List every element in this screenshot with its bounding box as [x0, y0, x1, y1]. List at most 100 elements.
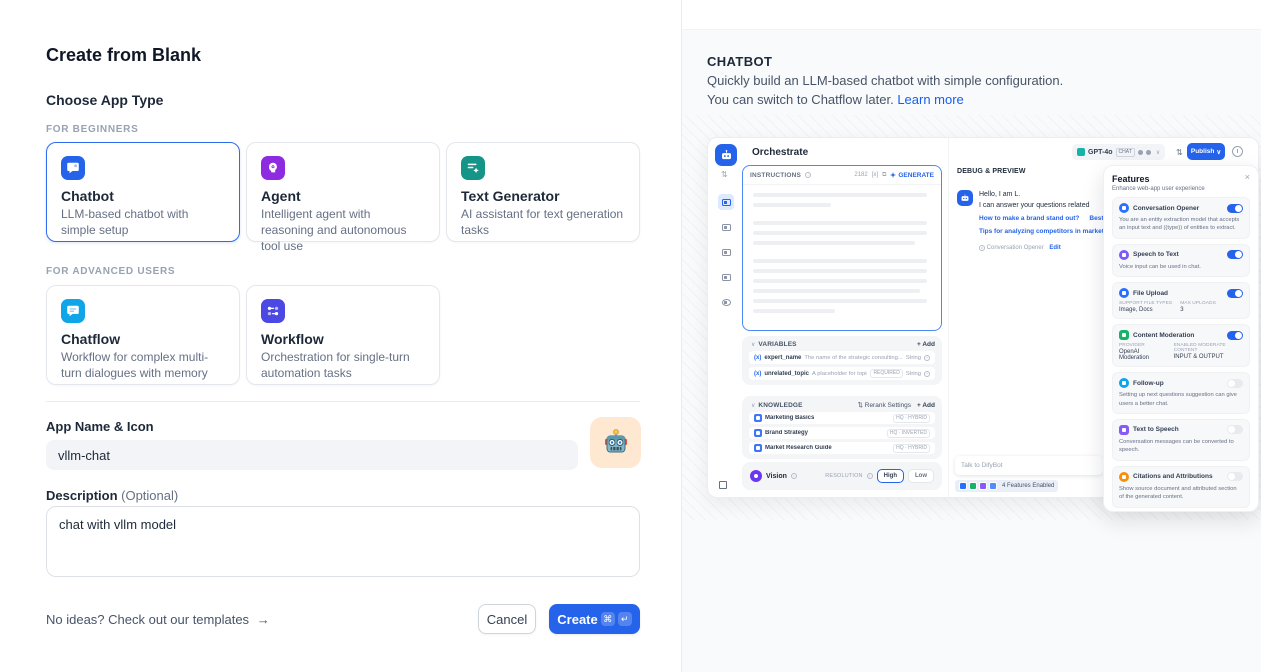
variable-desc: The name of the strategic consulting... [804, 355, 902, 361]
mini-add-knowledge: + Add [917, 402, 935, 409]
feature-item-speech-to-text: Speech to Text Voice input can be used i… [1112, 244, 1250, 277]
app-type-card-workflow[interactable]: Workflow Orchestration for single-turn a… [246, 285, 440, 385]
variable-name: unrelated_topic [764, 371, 809, 377]
edit-link: Edit [1049, 245, 1060, 251]
description-label-text: Description [46, 488, 118, 503]
beginner-app-type-cards: Chatbot LLM-based chatbot with simple se… [46, 142, 640, 242]
mini-debug-column: DEBUG & PREVIEW Hello, I am L. I can ans… [948, 138, 1110, 497]
meta-label: MAX UPLOADS [1180, 301, 1216, 306]
create-app-dialog: Create from Blank Choose App Type FOR BE… [0, 0, 1261, 672]
mini-features-panel: Features × Enhance web-app user experien… [1103, 165, 1259, 512]
chat-input-placeholder: Talk to DifyBot [961, 462, 1003, 469]
card-description: Intelligent agent with reasoning and aut… [261, 207, 425, 254]
feature-mini-icon [969, 482, 977, 490]
app-type-card-text-generator[interactable]: Text Generator AI assistant for text gen… [446, 142, 640, 242]
app-type-card-chatflow[interactable]: Chatflow Workflow for complex multi-turn… [46, 285, 240, 385]
app-type-card-agent[interactable]: Agent Intelligent agent with reasoning a… [246, 142, 440, 242]
feature-name: Content Moderation [1133, 332, 1223, 339]
card-description: AI assistant for text generation tasks [461, 207, 625, 239]
mini-publish-button: Publish ∨ [1187, 143, 1225, 160]
app-icon-picker[interactable] [590, 417, 641, 468]
app-type-card-chatbot[interactable]: Chatbot LLM-based chatbot with simple se… [46, 142, 240, 242]
mini-variables-panel: ∨ VARIABLES + Add (x) expert_name The na… [742, 336, 942, 385]
message-line: Hello, I am L. [979, 190, 1109, 201]
mini-instructions-skeleton [743, 185, 941, 327]
mini-nav-logs-icon [718, 244, 734, 260]
card-title: Workflow [261, 331, 425, 347]
mini-collapse-icon [719, 481, 727, 489]
learn-more-link[interactable]: Learn more [897, 92, 963, 107]
optional-hint: (Optional) [121, 488, 178, 503]
mini-model-mode-badge: CHAT [1116, 148, 1135, 157]
meta-value: 3 [1180, 307, 1216, 313]
mini-variables-title: VARIABLES [758, 341, 796, 348]
mini-orchestrate-title: Orchestrate [752, 147, 808, 158]
meta-label: SUPPORT FILE TYPES [1119, 301, 1172, 306]
create-button[interactable]: Create ⌘ ↵ [549, 604, 640, 634]
for-advanced-users-label: FOR ADVANCED USERS [46, 266, 175, 277]
mini-vision-row: Vision i RESOLUTION i High Low [742, 462, 942, 490]
feature-desc: Setting up next questions suggestion can… [1119, 391, 1243, 408]
conversation-opener-row: o Conversation Opener Edit [979, 245, 1061, 251]
mini-nav-orchestrate-icon [718, 194, 734, 210]
feature-desc: Voice input can be used in chat. [1119, 263, 1243, 271]
toggle-on [1227, 331, 1243, 340]
mini-mic-icon [1138, 150, 1143, 155]
file-upload-icon [1119, 288, 1129, 298]
description-label: Description (Optional) [46, 488, 178, 503]
workflow-icon [261, 299, 285, 323]
app-type-preview-panel: CHATBOT Quickly build an LLM-based chatb… [681, 0, 1261, 672]
mini-knowledge-row: Marketing Basics HQ · HYBRID [749, 412, 935, 424]
mini-knowledge-row: Market Research Guide HQ · HYBRID [749, 442, 935, 454]
card-title: Chatbot [61, 188, 225, 204]
advanced-app-type-cards: Chatflow Workflow for complex multi-turn… [46, 285, 440, 385]
mini-bot-avatar-icon [957, 190, 973, 206]
speech-to-text-icon [1119, 250, 1129, 260]
dataset-mode-badge: HQ · HYBRID [893, 414, 930, 423]
close-icon: × [1245, 172, 1250, 182]
dataset-name: Marketing Basics [765, 415, 890, 421]
preview-top-strip [682, 0, 1261, 30]
mini-char-count: 2182 [854, 172, 867, 178]
suggested-questions-row: How to make a brand stand out?Best [979, 214, 1107, 224]
rerank-settings-label: ⇅ Rerank Settings [858, 401, 912, 409]
variable-name: expert_name [764, 355, 801, 361]
vision-label: Vision [766, 473, 787, 480]
description-textarea[interactable]: chat with vllm model [46, 506, 640, 577]
chevron-down-icon: ∨ [751, 341, 755, 348]
mini-params-icon [1146, 150, 1151, 155]
follow-up-icon [1119, 378, 1129, 388]
cancel-button[interactable]: Cancel [478, 604, 536, 634]
mini-variable-icon: [x] [872, 172, 878, 178]
conversation-opener-label: Conversation Opener [987, 245, 1044, 251]
citations-icon [1119, 472, 1129, 482]
mini-generate-label: GENERATE [898, 172, 934, 179]
meta-label: ENABLED MODERATE CONTENT [1174, 343, 1243, 353]
mini-generate-button: GENERATE [890, 172, 934, 179]
templates-link[interactable]: No ideas? Check out our templates → [46, 612, 270, 627]
create-button-label: Create [557, 612, 597, 627]
card-title: Text Generator [461, 188, 625, 204]
mini-knowledge-title: KNOWLEDGE [758, 402, 802, 409]
agent-icon [261, 156, 285, 180]
vision-icon [750, 470, 762, 482]
create-from-blank-panel: Create from Blank Choose App Type FOR BE… [0, 0, 681, 672]
debug-preview-title: DEBUG & PREVIEW [957, 168, 1026, 175]
variable-settings-icon: + [924, 371, 930, 377]
mini-add-variable: + Add [917, 341, 935, 348]
text-generator-icon [461, 156, 485, 180]
features-title: Features [1112, 174, 1250, 184]
feature-name: File Upload [1133, 290, 1223, 297]
suggested-question: Best [1089, 215, 1103, 222]
robot-emoji-icon [600, 427, 632, 459]
toggle-on [1227, 289, 1243, 298]
for-beginners-label: FOR BEGINNERS [46, 124, 138, 135]
card-description: Orchestration for single-turn automation… [261, 350, 425, 382]
resolution-low-button: Low [908, 469, 934, 483]
content-moderation-icon [1119, 330, 1129, 340]
section-divider [46, 401, 640, 402]
app-name-input[interactable] [46, 440, 578, 470]
message-line: I can answer your questions related [979, 201, 1109, 212]
features-enabled-strip: 4 Features Enabled [955, 480, 1058, 492]
info-icon: i [867, 473, 873, 479]
